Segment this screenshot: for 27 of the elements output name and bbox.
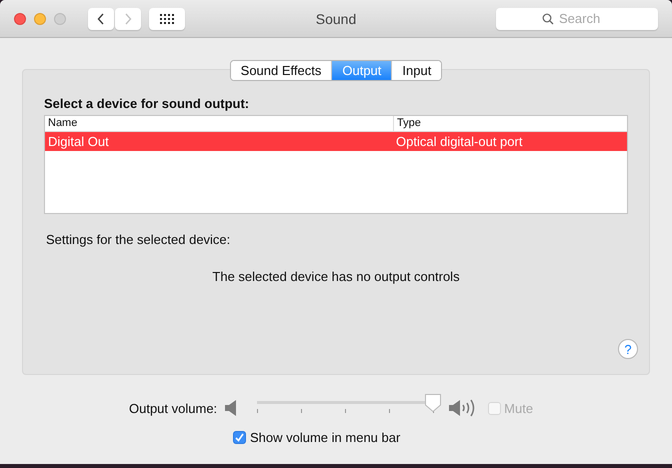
tab[interactable]: Input	[391, 61, 442, 80]
help-button[interactable]: ?	[618, 339, 638, 359]
table-row[interactable]: Digital Out Optical digital-out port	[45, 132, 627, 151]
show-all-button[interactable]	[149, 8, 185, 30]
checkbox-label: Show volume in menu bar	[250, 430, 400, 445]
speaker-icon	[225, 400, 238, 416]
zoom-button[interactable]	[54, 12, 66, 24]
back-button[interactable]	[88, 8, 114, 30]
settings-label: Settings for the selected device:	[46, 232, 232, 247]
section-heading: Select a device for sound output:	[44, 96, 250, 111]
search-field[interactable]: Search	[496, 8, 658, 30]
table-cell-text: Optical digital-out port	[395, 134, 524, 149]
search-icon	[542, 12, 554, 24]
table-cell-text: Digital Out	[47, 134, 110, 149]
close-button[interactable]	[14, 12, 26, 24]
grid-icon	[160, 14, 174, 24]
chevron-right-icon	[124, 12, 132, 24]
slider-thumb[interactable]	[424, 393, 442, 413]
minimize-button[interactable]	[34, 12, 46, 24]
info-message: The selected device has no output controls	[212, 269, 460, 284]
mute-label: Mute	[504, 400, 534, 416]
checkbox[interactable]	[233, 431, 246, 444]
volume-label: Output volume:	[129, 400, 218, 416]
chevron-left-icon	[97, 12, 105, 24]
window-title: Sound	[316, 10, 356, 26]
column-header[interactable]: Name	[45, 116, 394, 131]
column-header[interactable]: Type	[394, 116, 424, 131]
